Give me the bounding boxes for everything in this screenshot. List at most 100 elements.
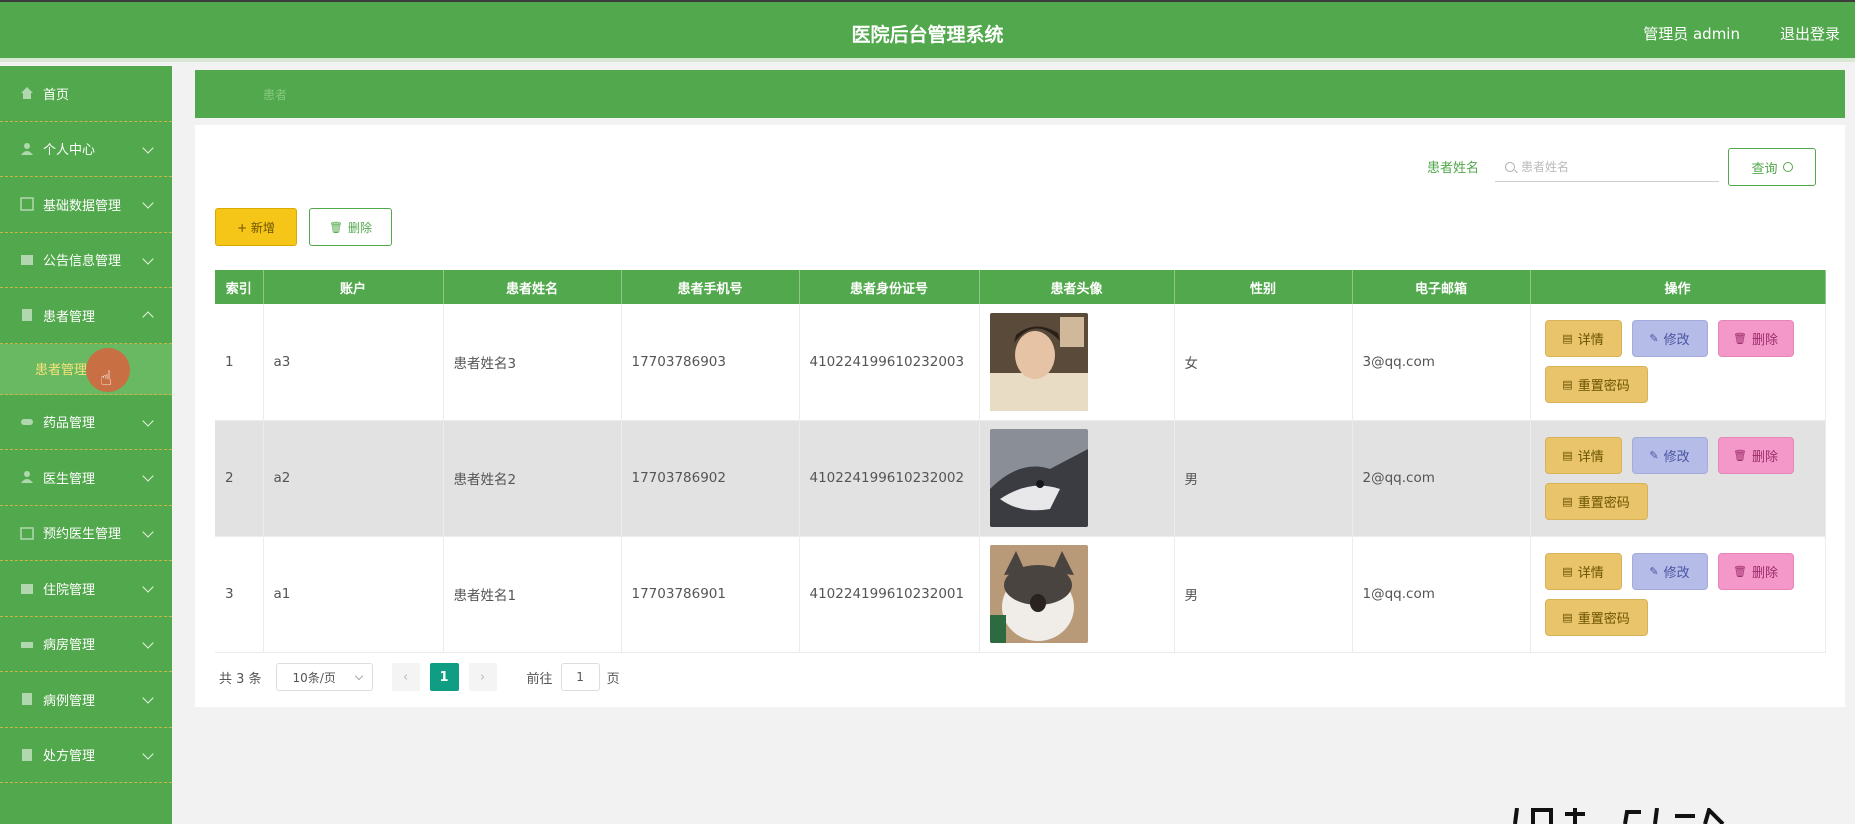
trash-icon: 🗑 (1733, 564, 1747, 578)
column-header: 患者手机号 (621, 270, 800, 304)
sidebar-item-hospitalization[interactable]: 住院管理 (0, 561, 172, 617)
avatar[interactable] (989, 545, 1088, 643)
sidebar-subitem-label: 患者管理 (35, 363, 88, 378)
sidebar-item-ward[interactable]: 病房管理 (0, 617, 172, 672)
batch-delete-button[interactable]: 🗑 删除 (309, 208, 392, 246)
column-header: 患者头像 (979, 270, 1175, 304)
cell-gender: 男 (1174, 536, 1353, 653)
trash-icon: 🗑 (329, 220, 343, 234)
cell-id-card: 410224199610232003 (799, 304, 980, 421)
table-row[interactable]: 1 a3 患者姓名3 17703786903 41022419961023200… (215, 304, 1826, 421)
home-icon (21, 87, 33, 100)
column-header: 账户 (263, 270, 444, 304)
chevron-left-icon: ‹ (402, 669, 409, 685)
chevron-down-icon (142, 415, 154, 427)
hospital-icon (21, 584, 33, 595)
search-icon (1782, 162, 1793, 172)
sidebar-item-patient[interactable]: 患者管理 (0, 288, 172, 344)
detail-button[interactable]: ▤ 详情 (1544, 320, 1622, 358)
sidebar-item-notice[interactable]: 公告信息管理 (0, 233, 172, 288)
add-button-label: + 新增 (237, 220, 275, 235)
pagination: 共 3 条 10条/页 ‹ 1 › 前往 页 (219, 663, 620, 691)
cell-account: a1 (263, 536, 444, 653)
query-button[interactable]: 查询 (1728, 148, 1816, 186)
delete-button-label: 删除 (347, 220, 372, 235)
chevron-right-icon: › (479, 669, 486, 685)
page-unit-label: 页 (606, 671, 620, 687)
column-header: 操作 (1530, 270, 1826, 304)
page-size-value: 10条/页 (292, 670, 336, 685)
cell-email: 2@qq.com (1352, 420, 1531, 537)
breadcrumb[interactable]: 患者 (263, 86, 287, 103)
chevron-down-icon (142, 637, 154, 649)
search-box (1495, 152, 1719, 182)
page-number-current[interactable]: 1 (429, 663, 459, 691)
logout-link[interactable]: 退出登录 (1780, 23, 1840, 44)
cell-name: 患者姓名1 (443, 536, 622, 653)
cell-name: 患者姓名3 (443, 304, 622, 421)
sidebar-item-medicine[interactable]: 药品管理 (0, 395, 172, 450)
chevron-down-icon (354, 671, 363, 681)
sidebar-item-label: 医生管理 (43, 471, 96, 487)
table-row[interactable]: 2 a2 患者姓名2 17703786902 41022419961023200… (215, 420, 1826, 537)
sidebar-item-profile[interactable]: 个人中心 (0, 122, 172, 177)
chevron-down-icon (142, 748, 154, 760)
sidebar-item-basic-data[interactable]: 基础数据管理 (0, 177, 172, 233)
pencil-icon: ✎ (1649, 448, 1659, 462)
reset-label: 重置密码 (1577, 495, 1630, 511)
sidebar-item-label: 患者管理 (43, 309, 96, 325)
cell-actions: ▤ 详情 ✎ 修改 🗑 删除 ▤ 重置密码 (1530, 304, 1826, 421)
cell-name: 患者姓名2 (443, 420, 622, 537)
goto-label: 前往 (526, 671, 553, 687)
sidebar-item-appointment[interactable]: 预约医生管理 (0, 506, 172, 561)
notice-icon (21, 254, 33, 265)
detail-button[interactable]: ▤ 详情 (1544, 552, 1622, 590)
reset-password-button[interactable]: ▤ 重置密码 (1544, 598, 1648, 636)
detail-button[interactable]: ▤ 详情 (1544, 436, 1622, 474)
edit-label: 修改 (1663, 333, 1690, 349)
edit-button[interactable]: ✎ 修改 (1631, 320, 1708, 358)
edit-label: 修改 (1663, 565, 1690, 581)
table-row[interactable]: 3 a1 患者姓名1 17703786901 41022419961023200… (215, 536, 1826, 653)
reset-password-button[interactable]: ▤ 重置密码 (1544, 366, 1648, 404)
sidebar-item-label: 住院管理 (43, 582, 96, 598)
add-button[interactable]: + 新增 (215, 208, 297, 246)
app-title: 医院后台管理系统 (851, 24, 1004, 46)
edit-button[interactable]: ✎ 修改 (1631, 436, 1708, 474)
cell-gender: 女 (1174, 304, 1353, 421)
document-icon: ▤ (1562, 332, 1573, 346)
avatar[interactable] (989, 312, 1088, 411)
sidebar-subitem-patient-management[interactable]: 患者管理 ☝ (0, 343, 172, 395)
chevron-up-icon (142, 311, 154, 323)
cell-account: a3 (263, 304, 444, 421)
admin-label: 管理员 admin (1643, 25, 1740, 43)
prev-page-button[interactable]: ‹ (391, 663, 420, 691)
cell-actions: ▤ 详情 ✎ 修改 🗑 删除 ▤ 重置密码 (1530, 420, 1826, 537)
sidebar-item-label: 首页 (43, 87, 70, 103)
reset-password-button[interactable]: ▤ 重置密码 (1544, 482, 1648, 520)
sidebar-item-prescription[interactable]: 处方管理 (0, 728, 172, 783)
search-input[interactable] (1521, 159, 1701, 174)
goto-page-input[interactable] (560, 663, 600, 691)
table-header-row: 索引 账户 患者姓名 患者手机号 患者身份证号 患者头像 性别 电子邮箱 操作 (215, 270, 1826, 304)
chevron-down-icon (142, 142, 154, 154)
prescription-icon (22, 748, 32, 761)
edit-button[interactable]: ✎ 修改 (1631, 552, 1708, 590)
page-size-select[interactable]: 10条/页 (275, 663, 373, 691)
sidebar-item-doctor[interactable]: 医生管理 (0, 450, 172, 506)
sidebar-item-home[interactable]: 首页 (0, 66, 172, 122)
delete-button[interactable]: 🗑 删除 (1717, 552, 1794, 590)
delete-button[interactable]: 🗑 删除 (1717, 436, 1794, 474)
delete-label: 删除 (1751, 449, 1778, 465)
delete-button[interactable]: 🗑 删除 (1717, 320, 1794, 358)
cell-email: 3@qq.com (1352, 304, 1531, 421)
avatar[interactable] (989, 429, 1088, 527)
delete-label: 删除 (1751, 333, 1778, 349)
next-page-button[interactable]: › (468, 663, 497, 691)
top-bar: 医院后台管理系统 管理员 admin 退出登录 (0, 0, 1855, 62)
medicine-icon (21, 418, 33, 425)
reset-label: 重置密码 (1577, 379, 1630, 395)
sidebar-item-case[interactable]: 病例管理 (0, 672, 172, 728)
cell-actions: ▤ 详情 ✎ 修改 🗑 删除 ▤ 重置密码 (1530, 536, 1826, 653)
cell-avatar (979, 536, 1175, 653)
